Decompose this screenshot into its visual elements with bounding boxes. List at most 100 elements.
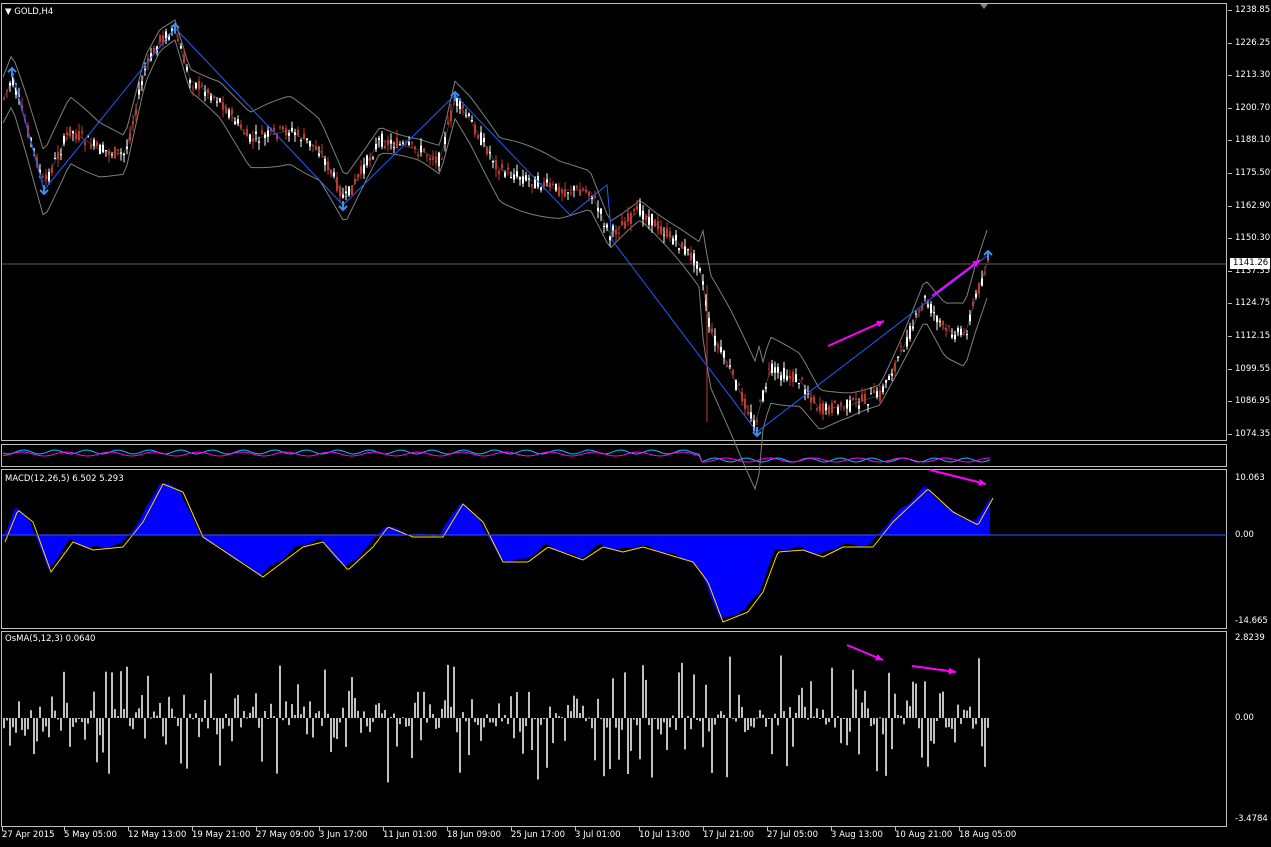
candle-body [750,412,752,419]
osma-bar [201,718,203,722]
osma-bar [354,698,356,718]
osma-bar [786,718,788,767]
arrow-down-icon [7,66,17,77]
candle-body [786,376,788,380]
candle-body [414,146,416,149]
candle-body [813,396,815,404]
osma-bar [954,718,956,743]
osma-bar [336,718,338,739]
osma-bar [186,718,188,769]
candle-body [474,124,476,135]
candle-body [618,232,620,234]
candle-body [309,140,311,147]
candle-body [741,392,743,402]
osma-bar [141,695,143,718]
candle-body [96,141,98,146]
osma-bar [330,718,332,753]
osma-bar [375,704,377,718]
osma-bar [486,714,488,718]
osma-bar [597,698,599,718]
osma-bar [591,718,593,729]
candle-body [681,242,683,249]
candle-body [216,101,218,103]
candle-body [504,172,506,177]
osma-bar [654,718,656,719]
candle-body [462,105,464,108]
osma-bar [927,718,929,767]
osma-bar [441,708,443,718]
osma-bar [774,713,776,718]
osma-bar [570,711,572,718]
candle-body [366,155,368,166]
candle-body [615,229,617,235]
candle-body [3,97,5,99]
osma-bar [813,716,815,718]
candle-body [735,380,737,390]
osma-bar [687,715,689,718]
osma-bar [306,718,308,735]
osma-bar [348,690,350,718]
osma-bar [207,718,209,729]
candle-body [522,176,524,184]
candle-body [699,268,701,271]
osma-bar [135,712,137,718]
candle-body [771,363,773,373]
osma-bar [735,718,737,722]
candle-body [450,110,452,121]
chart-canvas [2,4,1227,783]
candle-body [285,128,287,136]
candle-body [324,158,326,166]
candle-body [57,152,59,160]
candle-body [744,398,746,410]
osma-bar [264,711,266,718]
candle-body [801,377,803,380]
osma-bar [72,718,74,727]
osma-bar [252,706,254,718]
candle-body [909,326,911,339]
osma-bar [843,718,845,719]
candle-body [816,408,818,410]
osma-bar [762,714,764,718]
osma-bar [576,698,578,718]
candle-body [120,152,122,154]
candle-body [105,150,107,151]
candle-body [357,174,359,178]
osma-bar [450,706,452,718]
osma-bar [411,718,413,758]
osma-bar [102,718,104,753]
candle-body [846,399,848,409]
osma-bar [501,718,503,722]
osma-bar [753,718,755,728]
candle-body [189,79,191,84]
osma-bar [333,718,335,738]
osma-bar [465,718,467,722]
osma-bar [579,713,581,718]
osma-bar [162,718,164,737]
candle-body [390,139,392,144]
osma-bar [504,715,506,718]
candle-body [651,213,653,226]
candle-body [183,54,185,64]
candle-body [228,109,230,118]
osma-bar [483,718,485,728]
candle-body [690,252,692,261]
osma-bar [60,718,62,731]
osma-bar [792,718,794,747]
candle-body [837,407,839,414]
osma-bar [630,718,632,751]
candle-body [417,154,419,156]
candle-body [60,154,62,156]
candle-body [609,236,611,241]
candle-body [855,398,857,400]
osma-bar [933,718,935,744]
candle-body [384,145,386,149]
osma-bar [642,665,644,718]
candle-body [648,216,650,225]
osma-bar [984,718,986,767]
osma-bar [837,716,839,718]
osma-bar [84,718,86,740]
osma-bar [846,718,848,746]
candle-body [519,177,521,180]
candle-body [882,386,884,393]
candle-body [192,87,194,89]
